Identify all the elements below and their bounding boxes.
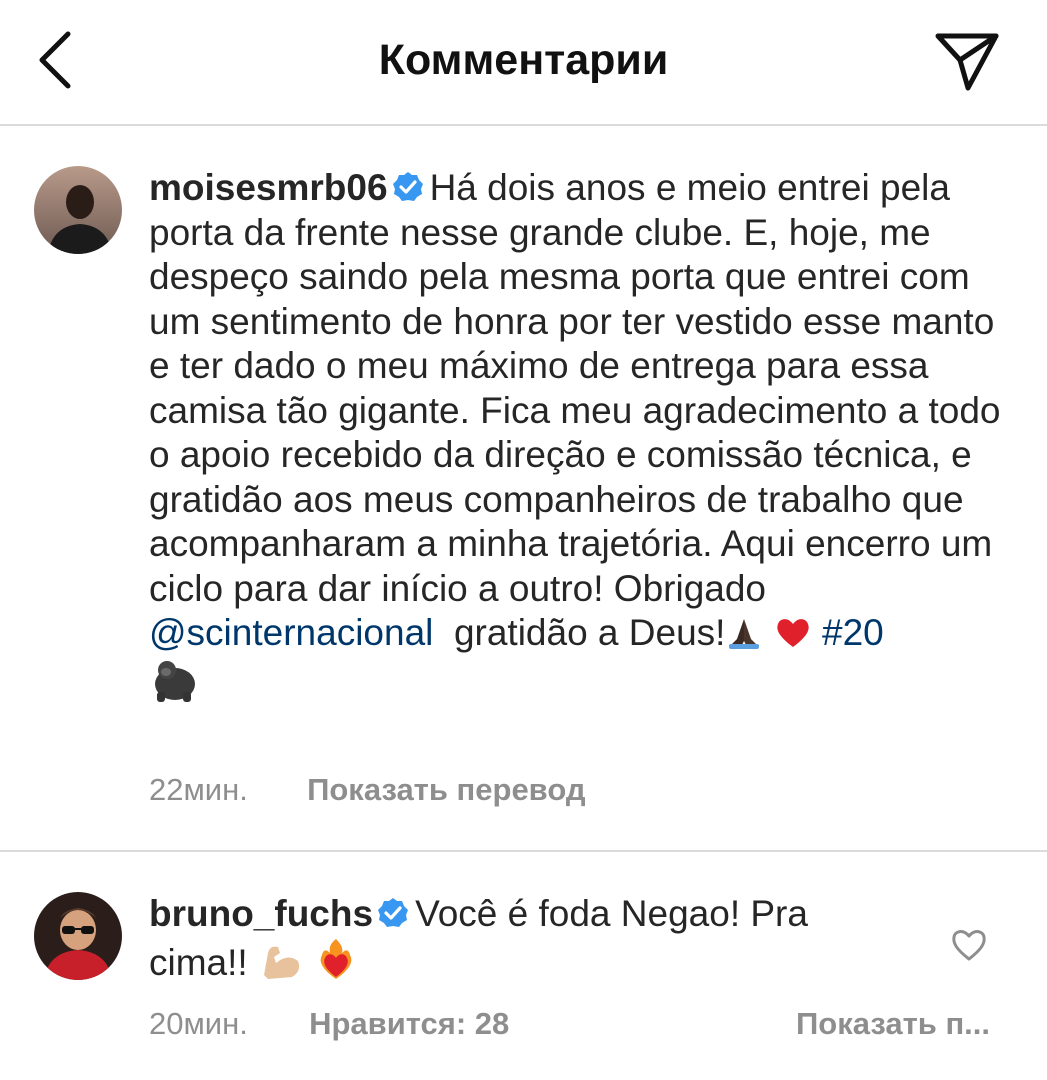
comment-username[interactable]: bruno_fuchs [149, 893, 373, 934]
folded-hands-icon [725, 613, 763, 651]
paper-plane-icon [935, 33, 999, 91]
divider [0, 850, 1047, 852]
red-heart-icon [774, 613, 812, 651]
comment-body-tail: gratidão a Deus! [453, 612, 726, 653]
likes-count-button[interactable]: Нравится: 28 [309, 1006, 509, 1041]
page-title: Комментарии [378, 36, 669, 84]
heart-on-fire-icon [314, 937, 358, 981]
comment-text: bruno_fuchs Você é foda Negao! Pra cima!! [149, 892, 909, 985]
heart-outline-icon [952, 930, 986, 961]
comment-username[interactable]: moisesmrb06 [149, 167, 388, 208]
comment-body: Há dois anos e meio entrei pela porta da… [149, 167, 1001, 609]
flexed-biceps-icon [258, 939, 304, 981]
user-photo-icon [34, 166, 122, 254]
comment-time: 22мин. [149, 772, 248, 807]
mention-link[interactable]: @scinternacional [149, 612, 433, 653]
user-photo-icon [34, 892, 122, 980]
show-translation-button[interactable]: Показать перевод [307, 772, 585, 807]
show-more-button[interactable]: Показать п... [796, 1006, 990, 1041]
comment-time: 20мин. [149, 1006, 248, 1041]
avatar[interactable] [34, 892, 122, 980]
comment-meta: 20мин. Нравится: 28 [149, 1006, 509, 1042]
header-bar: Комментарии [0, 0, 1047, 126]
share-button[interactable] [930, 30, 1002, 94]
verified-badge-icon [377, 895, 409, 927]
gorilla-icon [149, 656, 201, 704]
comment-meta: 22мин. Показать перевод [149, 772, 586, 808]
verified-badge-icon [392, 169, 424, 201]
comment-text: moisesmrb06 Há dois anos e meio entrei pe… [149, 166, 1019, 708]
avatar[interactable] [34, 166, 122, 254]
comment-meta-right: Показать п... [796, 1006, 990, 1042]
like-button[interactable] [950, 926, 988, 962]
hashtag-link[interactable]: #20 [822, 612, 884, 653]
